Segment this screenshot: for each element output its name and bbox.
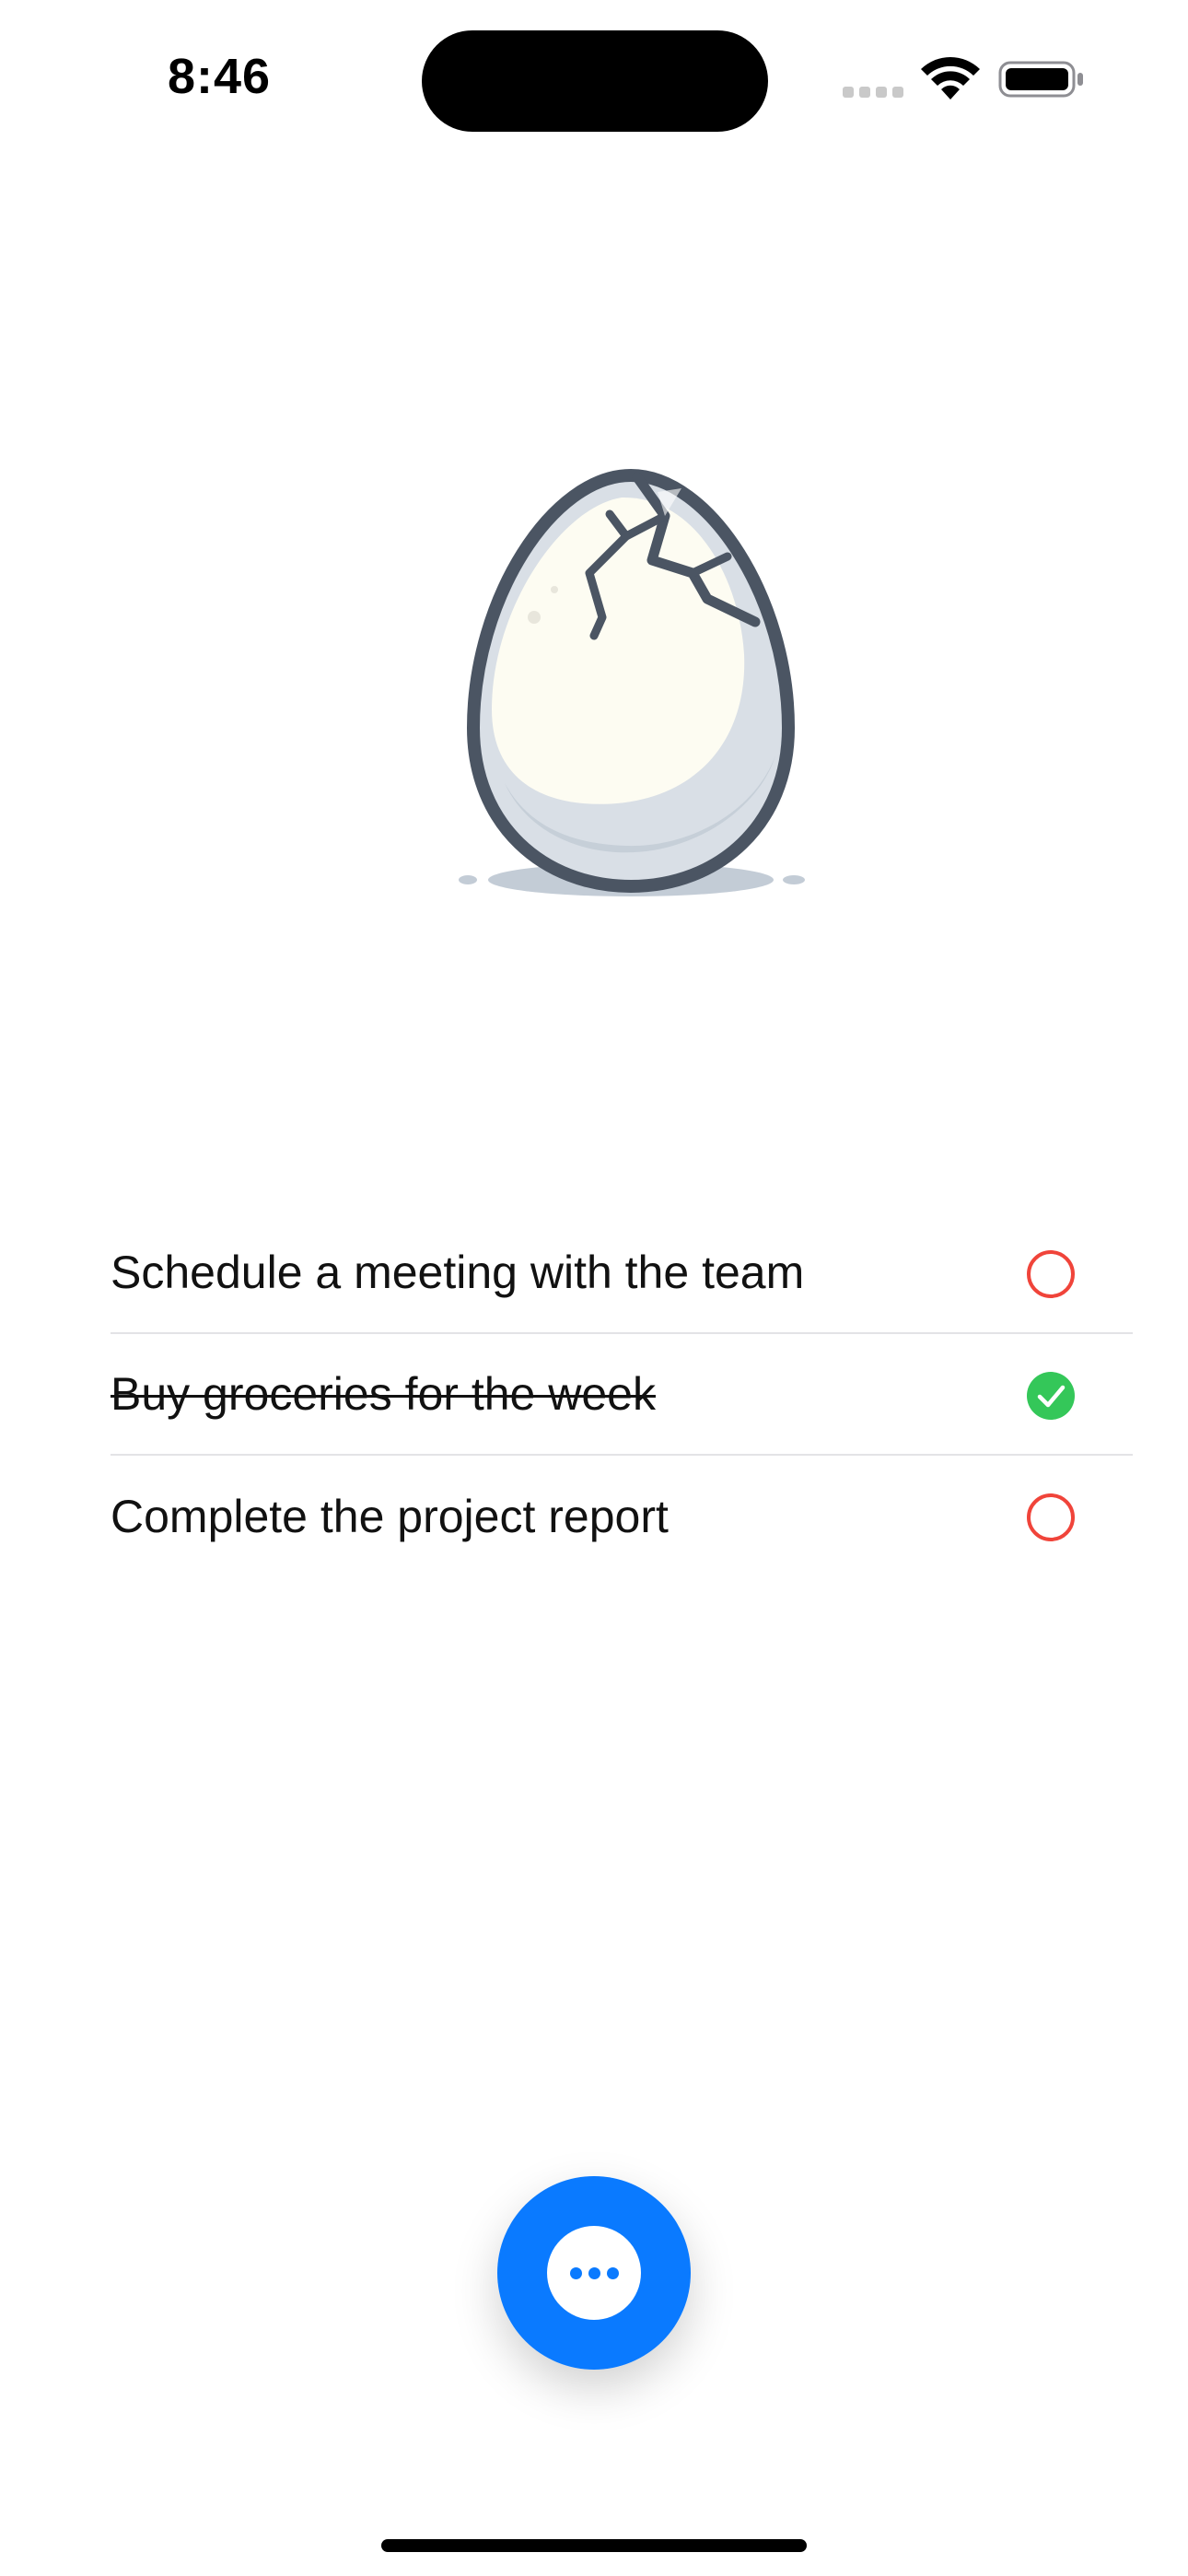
more-actions-button[interactable] bbox=[497, 2176, 691, 2370]
battery-icon bbox=[998, 59, 1085, 100]
ellipsis-icon bbox=[547, 2226, 641, 2320]
task-row[interactable]: Buy groceries for the week bbox=[111, 1334, 1133, 1456]
task-label: Buy groceries for the week bbox=[111, 1368, 656, 1420]
empty-circle-icon[interactable] bbox=[1026, 1493, 1076, 1542]
empty-circle-icon[interactable] bbox=[1026, 1249, 1076, 1299]
home-indicator[interactable] bbox=[381, 2539, 807, 2552]
task-row[interactable]: Complete the project report bbox=[111, 1456, 1133, 1577]
cracked-egg-icon bbox=[451, 461, 810, 912]
dynamic-island bbox=[422, 30, 768, 132]
task-label: Complete the project report bbox=[111, 1491, 669, 1542]
signal-icon bbox=[843, 85, 905, 98]
status-time: 8:46 bbox=[168, 49, 272, 104]
wifi-icon bbox=[921, 57, 980, 101]
app-screen: 8:46 Schedule a meeting with the team Bu… bbox=[0, 0, 1188, 2576]
checkmark-circle-icon[interactable] bbox=[1026, 1371, 1076, 1421]
task-list: Schedule a meeting with the team Buy gro… bbox=[111, 1212, 1133, 1577]
task-label: Schedule a meeting with the team bbox=[111, 1247, 805, 1298]
task-row[interactable]: Schedule a meeting with the team bbox=[111, 1212, 1133, 1334]
